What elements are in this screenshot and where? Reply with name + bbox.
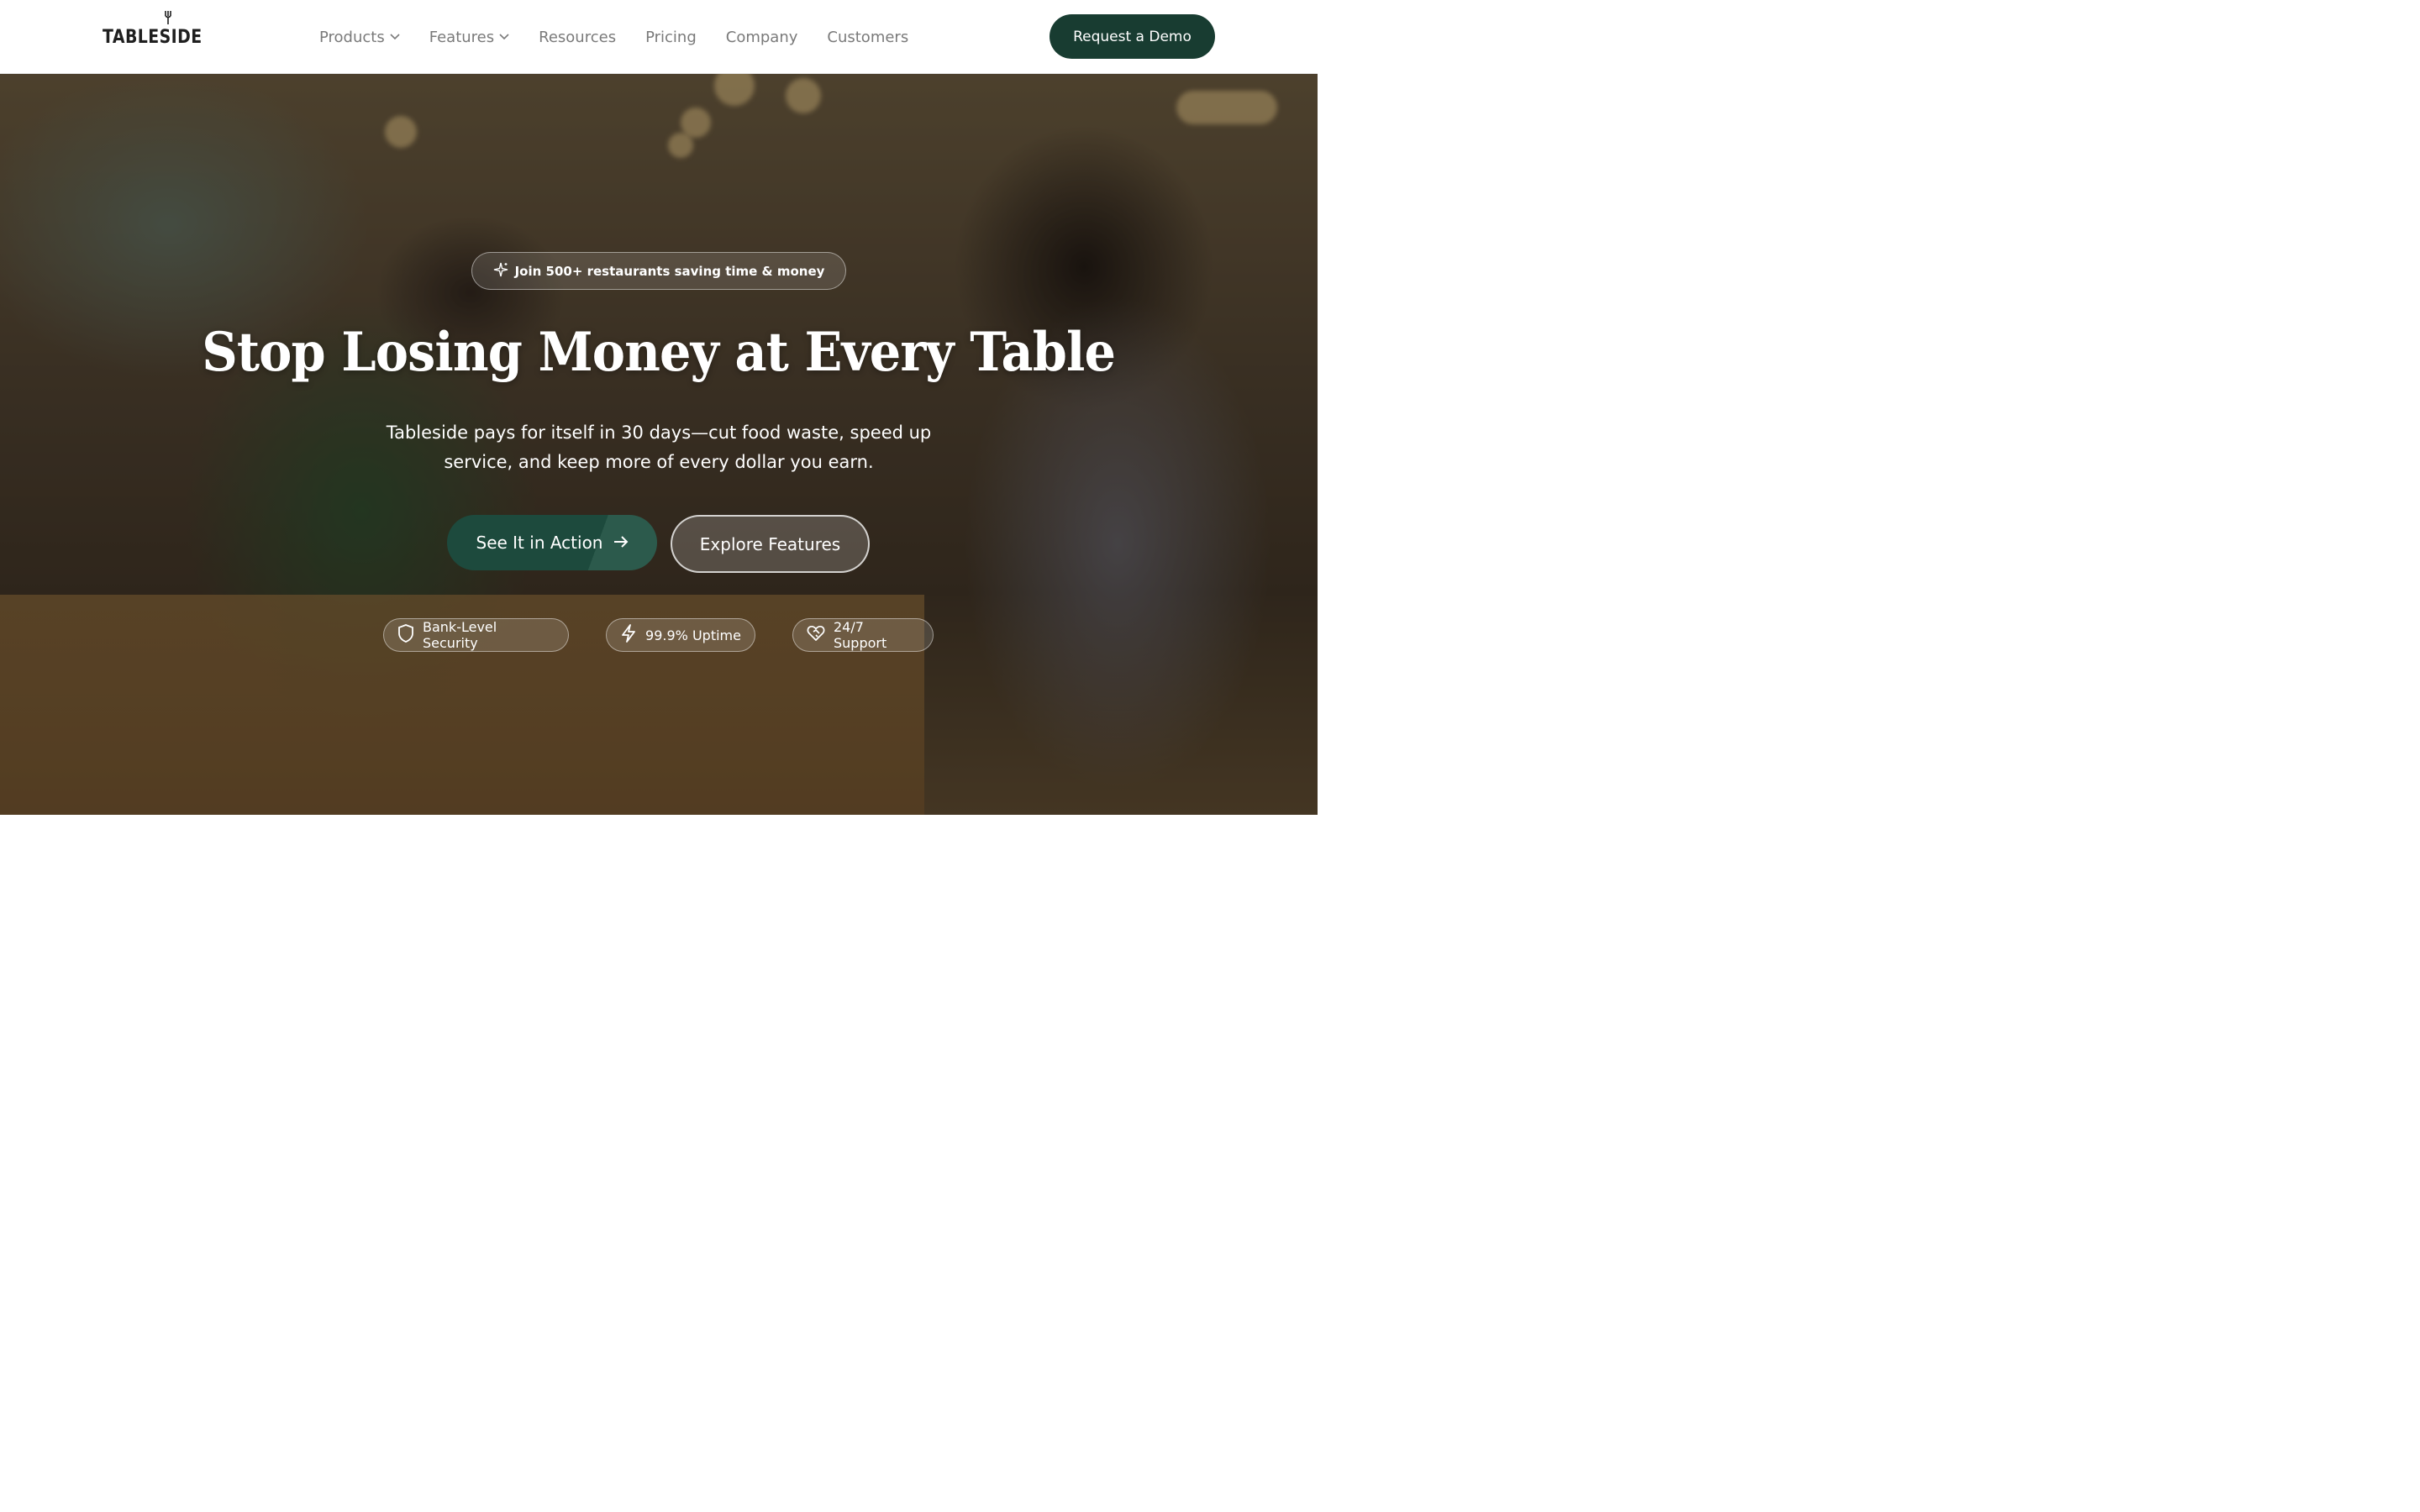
- hero-subtext: Tableside pays for itself in 30 days—cut…: [386, 423, 932, 472]
- hero-headline: Stop Losing Money at Every Table: [0, 321, 1318, 384]
- lightning-icon: [620, 624, 637, 646]
- hero-section: Join 500+ restaurants saving time & mone…: [0, 74, 1318, 815]
- nav-item-pricing[interactable]: Pricing: [645, 29, 697, 46]
- badge-label: 24/7 Support: [834, 619, 887, 651]
- request-demo-button[interactable]: Request a Demo: [1050, 14, 1215, 59]
- button-label: See It in Action: [476, 533, 603, 553]
- trust-badge-uptime: 99.9% Uptime: [606, 618, 755, 652]
- shield-icon: [397, 624, 414, 646]
- main-nav: Products Features Resources Pricing Comp…: [319, 0, 938, 74]
- fork-icon: [165, 11, 171, 24]
- nav-item-company[interactable]: Company: [726, 29, 798, 46]
- chevron-down-icon: [499, 34, 509, 40]
- heart-handshake-icon: [807, 625, 825, 645]
- nav-item-customers[interactable]: Customers: [827, 29, 908, 46]
- site-header: TABLESIDE Products Features Resources Pr…: [0, 0, 1318, 74]
- page-bottom-edge: [0, 815, 1318, 823]
- nav-label: Resources: [539, 28, 617, 46]
- nav-item-features[interactable]: Features: [429, 29, 509, 46]
- hero-headline-text: Stop Losing Money at Every Table: [202, 321, 1117, 384]
- nav-label: Pricing: [645, 28, 697, 46]
- nav-item-products[interactable]: Products: [319, 29, 400, 46]
- social-proof-text: Join 500+ restaurants saving time & mone…: [514, 263, 825, 279]
- nav-label: Products: [319, 28, 385, 46]
- nav-label: Customers: [827, 28, 909, 46]
- tableside-logo[interactable]: TABLESIDE: [103, 11, 218, 50]
- explore-features-button[interactable]: Explore Features: [671, 515, 870, 573]
- nav-label: Company: [725, 28, 798, 46]
- badge-label: Bank-Level Security: [423, 619, 497, 651]
- nav-label: Features: [429, 28, 495, 46]
- social-proof-pill: Join 500+ restaurants saving time & mone…: [471, 252, 846, 290]
- badge-label: 99.9% Uptime: [645, 627, 741, 643]
- trust-badge-security: Bank-Level Security: [383, 618, 569, 652]
- see-it-in-action-button[interactable]: See It in Action: [447, 515, 657, 570]
- nav-item-resources[interactable]: Resources: [539, 29, 616, 46]
- logo-text: TABLESIDE: [103, 27, 203, 48]
- chevron-down-icon: [390, 34, 400, 40]
- sparkles-icon: [493, 262, 508, 281]
- arrow-right-icon: [613, 533, 629, 553]
- trust-badge-support: 24/7 Support: [792, 618, 934, 652]
